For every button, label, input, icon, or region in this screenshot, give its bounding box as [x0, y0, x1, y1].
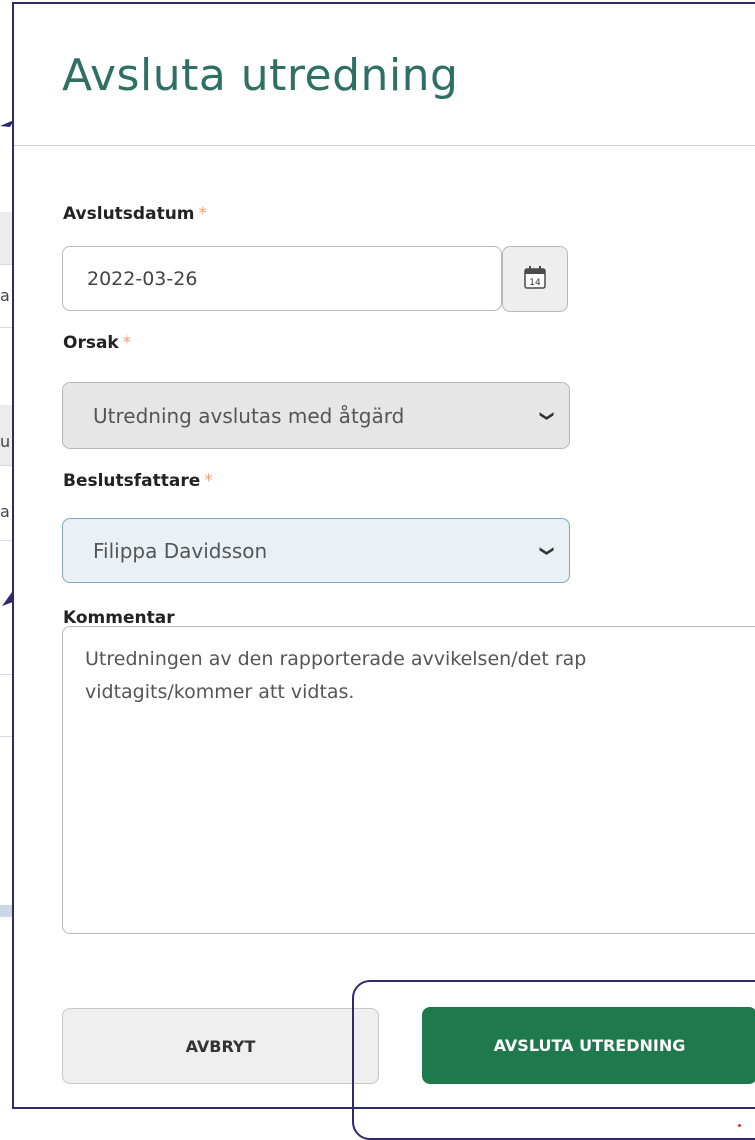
dialog-title: Avsluta utredning	[62, 50, 459, 101]
title-divider	[14, 145, 755, 146]
background-text: a	[0, 502, 10, 521]
orsak-select[interactable]: Utredning avslutas med åtgärd ❯	[62, 382, 570, 449]
chevron-down-icon: ❯	[539, 544, 556, 557]
annotation-highlight	[352, 980, 755, 1140]
background-text: u	[0, 432, 11, 451]
cancel-button[interactable]: AVBRYT	[62, 1008, 379, 1084]
annotation-dot	[738, 1124, 741, 1127]
kommentar-textarea[interactable]: Utredningen av den rapporterade avvikels…	[62, 626, 755, 934]
orsak-value: Utredning avslutas med åtgärd	[93, 403, 405, 428]
close-investigation-dialog: Avsluta utredning Avslutsdatum* 14 Orsak…	[12, 2, 755, 1109]
beslutsfattare-label: Beslutsfattare *	[63, 471, 213, 491]
kommentar-label: Kommentar	[63, 608, 175, 628]
background-text: a	[0, 286, 10, 305]
calendar-icon: 14	[524, 265, 546, 289]
beslutsfattare-select[interactable]: Filippa Davidsson ❯	[62, 518, 570, 583]
required-marker: *	[198, 204, 208, 224]
avslutsdatum-label: Avslutsdatum *	[63, 204, 208, 224]
avslutsdatum-input[interactable]	[62, 246, 502, 311]
chevron-down-icon: ❯	[539, 409, 556, 422]
orsak-label: Orsak *	[63, 333, 132, 353]
required-marker: *	[204, 471, 213, 491]
svg-text:14: 14	[529, 278, 541, 288]
required-marker: *	[122, 333, 132, 353]
calendar-button[interactable]: 14	[502, 246, 568, 312]
beslutsfattare-value: Filippa Davidsson	[93, 538, 268, 563]
